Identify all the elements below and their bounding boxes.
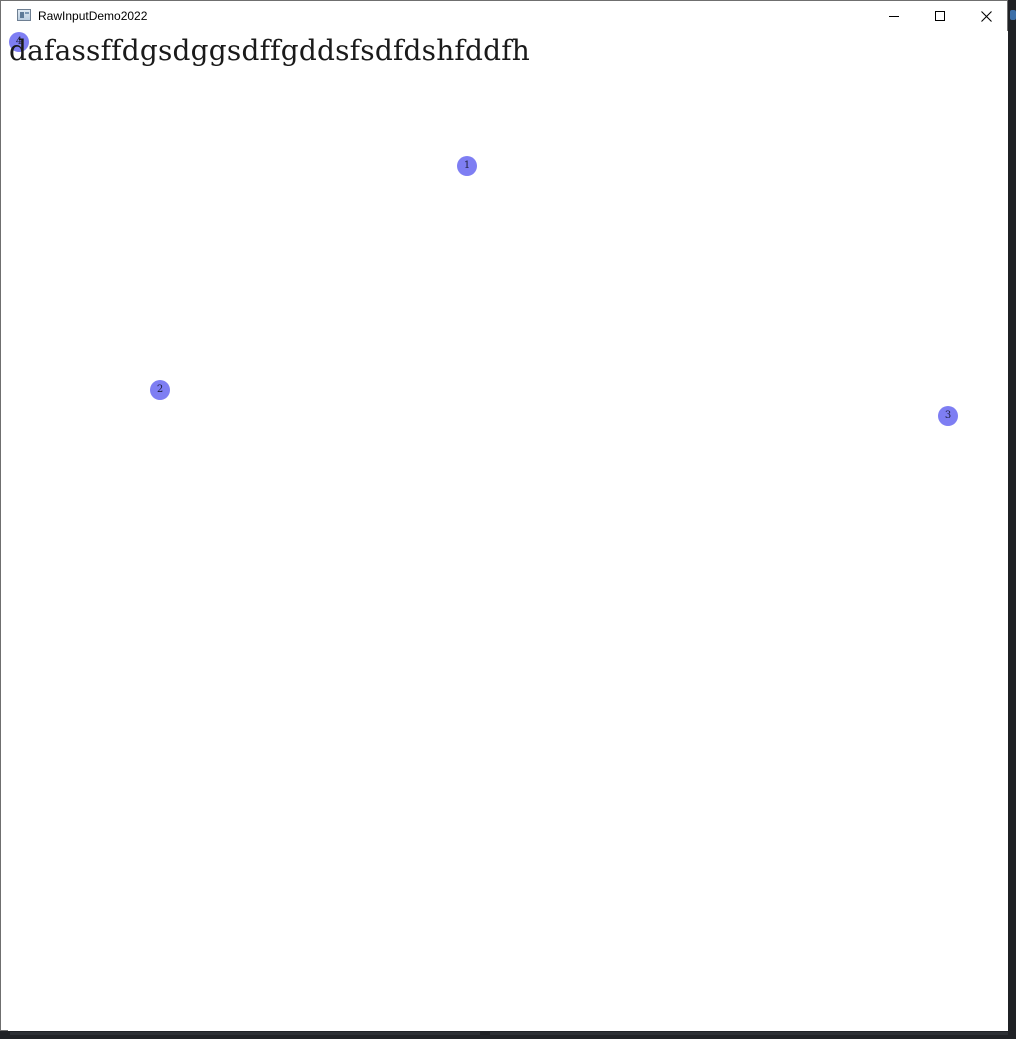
maximize-button[interactable] — [917, 1, 963, 31]
typed-text: dafassffdgsdggsdffgddsfsdfdshfddfh — [9, 34, 531, 67]
title-bar[interactable]: RawInputDemo2022 — [1, 1, 1007, 31]
minimize-button[interactable] — [871, 1, 917, 31]
desktop-right-edge — [1008, 0, 1016, 1039]
window-title: RawInputDemo2022 — [38, 9, 148, 23]
pointer-marker-1: 1 — [457, 156, 477, 176]
pointer-marker-3: 3 — [938, 406, 958, 426]
app-window-icon[interactable] — [17, 9, 31, 21]
desktop-bottom-segment — [490, 1032, 1008, 1035]
close-icon — [980, 10, 992, 22]
app-window: RawInputDemo2022 4 dafassffdgsdggsdffgdd… — [0, 0, 1008, 1031]
pointer-marker-2: 2 — [150, 380, 170, 400]
close-button[interactable] — [963, 1, 1009, 31]
desktop-edge-marker — [1010, 10, 1016, 20]
minimize-icon — [889, 16, 899, 17]
maximize-icon — [935, 11, 945, 21]
client-area[interactable]: 4 dafassffdgsdggsdffgddsfsdfdshfddfh 1 2… — [8, 31, 1008, 1031]
desktop-bottom-segment — [10, 1032, 480, 1035]
